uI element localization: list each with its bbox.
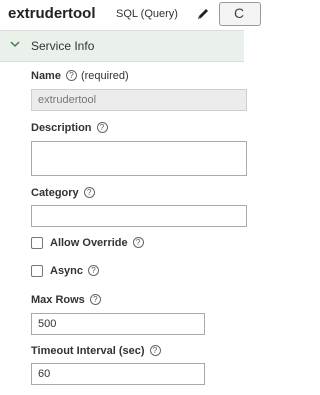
required-note: (required) bbox=[80, 70, 129, 82]
max-rows-label: Max Rows? bbox=[31, 294, 101, 306]
service-title: extrudertool bbox=[8, 5, 96, 22]
help-icon[interactable]: ? bbox=[89, 294, 101, 305]
name-field: extrudertool bbox=[31, 89, 247, 111]
top-action-button[interactable]: C bbox=[219, 2, 261, 26]
name-field-value: extrudertool bbox=[38, 94, 97, 106]
section-title: Service Info bbox=[31, 39, 95, 53]
name-label-text: Name bbox=[31, 70, 61, 82]
async-label-text: Async bbox=[50, 265, 84, 277]
timeout-label-text: Timeout Interval (sec) bbox=[31, 345, 145, 357]
chevron-down-icon bbox=[10, 41, 20, 48]
async-label: Async? bbox=[50, 265, 100, 277]
description-label: Description? bbox=[31, 122, 108, 134]
help-icon[interactable]: ? bbox=[96, 122, 108, 133]
name-label: Name? (required) bbox=[31, 70, 129, 82]
help-icon[interactable]: ? bbox=[132, 237, 144, 248]
service-info-section-header[interactable]: Service Info bbox=[0, 30, 244, 62]
help-icon[interactable]: ? bbox=[65, 70, 77, 81]
top-action-button-label: C bbox=[234, 5, 245, 21]
allow-override-label: Allow Override? bbox=[50, 237, 144, 249]
help-icon[interactable]: ? bbox=[149, 345, 161, 356]
service-header: extrudertool SQL (Query) C bbox=[0, 0, 261, 30]
timeout-label: Timeout Interval (sec)? bbox=[31, 345, 161, 357]
category-label-text: Category bbox=[31, 187, 79, 199]
pencil-icon[interactable] bbox=[196, 7, 210, 21]
max-rows-field[interactable]: 500 bbox=[31, 313, 205, 335]
timeout-field-value: 60 bbox=[38, 368, 51, 380]
description-field[interactable] bbox=[31, 141, 247, 176]
description-label-text: Description bbox=[31, 122, 92, 134]
category-field[interactable] bbox=[31, 205, 247, 227]
timeout-field[interactable]: 60 bbox=[31, 363, 205, 385]
help-icon[interactable]: ? bbox=[88, 265, 100, 276]
help-icon[interactable]: ? bbox=[83, 187, 95, 198]
allow-override-label-text: Allow Override bbox=[50, 237, 128, 249]
async-checkbox[interactable] bbox=[31, 265, 43, 277]
allow-override-checkbox[interactable] bbox=[31, 237, 43, 249]
max-rows-field-value: 500 bbox=[38, 318, 57, 330]
max-rows-label-text: Max Rows bbox=[31, 294, 85, 306]
category-label: Category? bbox=[31, 187, 95, 199]
service-type: SQL (Query) bbox=[116, 8, 178, 20]
